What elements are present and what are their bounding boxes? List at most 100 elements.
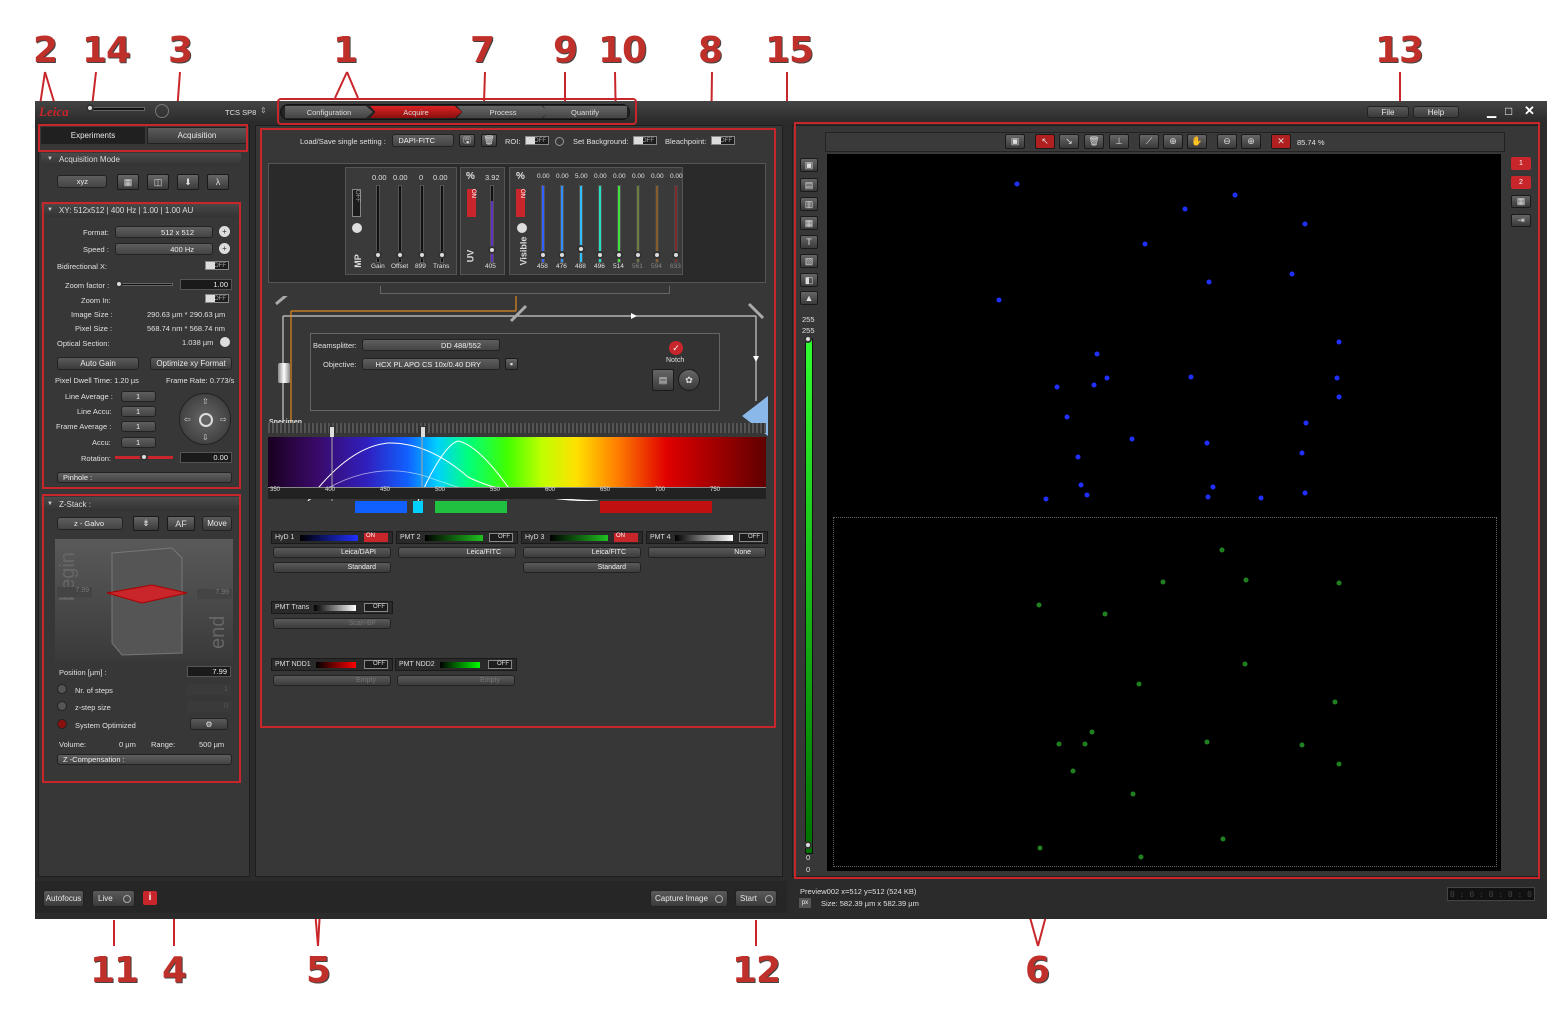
zoom-factor-input[interactable]: 1.00 xyxy=(180,279,232,290)
visible-line-knob[interactable] xyxy=(577,245,585,253)
download-icon[interactable]: ⬇ xyxy=(177,174,199,190)
lut-min-knob[interactable] xyxy=(804,841,812,849)
circle-icon[interactable] xyxy=(155,104,169,118)
setting-select[interactable]: DAPI-FITC xyxy=(392,134,454,147)
filter-icon[interactable]: ▤ xyxy=(652,369,674,391)
zoom-in-icon[interactable]: ⊕ xyxy=(1241,134,1261,149)
histogram-icon[interactable]: ▲ xyxy=(800,291,818,305)
px-unit-button[interactable]: px xyxy=(799,898,811,908)
steps-input[interactable]: 1 xyxy=(187,684,231,695)
detector-toggle[interactable]: ON xyxy=(364,533,388,542)
crosshair-icon[interactable]: ⊕ xyxy=(1163,134,1183,149)
ndd2-toggle[interactable]: OFF xyxy=(488,660,512,669)
speed-select[interactable]: 400 Hz xyxy=(115,243,213,255)
beamsplitter-select[interactable]: DD 488/552 xyxy=(362,339,500,351)
system-optimized-radio[interactable] xyxy=(57,719,67,729)
visible-line-knob[interactable] xyxy=(653,251,661,259)
roi-settings-icon[interactable] xyxy=(555,137,564,146)
stack-icon[interactable]: ◫ xyxy=(147,174,169,190)
arrow-down-icon[interactable]: ⇩ xyxy=(202,433,209,442)
spectrum-slider-track[interactable] xyxy=(268,423,766,433)
detector-dye-select[interactable]: Leica/DAPI xyxy=(273,547,391,558)
detector-dye-select[interactable]: Leica/FITC xyxy=(523,547,641,558)
speed-settings-icon[interactable]: + xyxy=(219,243,230,254)
notch-check-icon[interactable]: ✓ xyxy=(669,341,683,355)
line-icon[interactable]: ⟋ xyxy=(1139,134,1159,149)
brightness-slider-knob[interactable] xyxy=(86,104,94,112)
visible-line-knob[interactable] xyxy=(672,251,680,259)
zoom-out-icon[interactable]: ⊖ xyxy=(1217,134,1237,149)
tab-acquire[interactable]: Acquire xyxy=(370,106,462,118)
position-input[interactable]: 7.99 xyxy=(187,666,231,677)
bidirectional-toggle[interactable]: OFF xyxy=(205,261,229,270)
mp-laser-toggle[interactable]: OFF xyxy=(352,189,361,217)
detector-toggle[interactable]: OFF xyxy=(489,533,513,542)
grid-icon[interactable]: ▦ xyxy=(117,174,139,190)
pointer-icon[interactable]: ↖ xyxy=(1035,134,1055,149)
detection-band-hyd3[interactable] xyxy=(435,501,507,513)
zoom-slider-knob[interactable] xyxy=(115,280,123,288)
z-compensation-expander[interactable]: Z -Compensation : xyxy=(57,754,232,765)
collapse-arrow-icon[interactable]: ▼ xyxy=(47,207,53,213)
line-accu-input[interactable]: 1 xyxy=(121,406,156,417)
rotation-input[interactable]: 0.00 xyxy=(180,452,232,463)
ndd1-toggle[interactable]: OFF xyxy=(364,660,388,669)
view-5-icon[interactable]: T xyxy=(800,235,818,249)
steps-radio[interactable] xyxy=(57,684,67,694)
ndd2-dye-select[interactable]: Empty xyxy=(397,675,515,686)
step-size-radio[interactable] xyxy=(57,701,67,711)
visible-line-knob[interactable] xyxy=(539,251,547,259)
maximize-icon[interactable]: □ xyxy=(1505,104,1512,118)
move-button[interactable]: Move xyxy=(202,516,232,531)
select-icon[interactable]: ↘ xyxy=(1059,134,1079,149)
channel-2-button[interactable]: 2 xyxy=(1511,176,1531,189)
detector-mode-select[interactable]: Standard xyxy=(273,562,391,573)
visible-line-knob[interactable] xyxy=(558,251,566,259)
delete-icon[interactable]: 🗑 xyxy=(481,134,497,147)
trash-icon[interactable]: 🗑 xyxy=(1084,134,1104,149)
mp-offset-knob[interactable] xyxy=(396,251,404,259)
brightness-slider[interactable] xyxy=(87,107,145,111)
pinhole-expander[interactable]: Pinhole : xyxy=(57,472,232,483)
tab-configuration[interactable]: Configuration xyxy=(285,106,373,118)
visible-line-knob[interactable] xyxy=(596,251,604,259)
filter-wheel-icon[interactable]: ✿ xyxy=(678,369,700,391)
save-icon[interactable]: 🖫 xyxy=(459,134,475,147)
step-size-input[interactable]: 0 xyxy=(187,701,231,712)
view-2-icon[interactable]: ▤ xyxy=(800,178,818,192)
scan-field-rotation-dial[interactable]: ⇧ ⇩ ⇦ ⇨ xyxy=(179,393,231,445)
detector-mode-select[interactable]: Standard xyxy=(523,562,641,573)
tab-quantify[interactable]: Quantify xyxy=(543,106,627,118)
minimize-icon[interactable]: ▁ xyxy=(1487,104,1496,118)
set-background-toggle[interactable]: OFF xyxy=(633,136,657,145)
bleachpoint-toggle[interactable]: OFF xyxy=(711,136,735,145)
system-optimized-settings-button[interactable]: ⚙ xyxy=(190,718,228,730)
scan-mode-select[interactable]: xyz xyxy=(57,175,107,188)
accu-input[interactable]: 1 xyxy=(121,437,156,448)
lut-colorbar[interactable] xyxy=(805,338,813,854)
xy-settings-header[interactable]: XY: 512x512 | 400 Hz | 1.00 | 1.00 AU xyxy=(41,203,241,217)
lut-max-knob[interactable] xyxy=(804,335,812,343)
arrow-left-icon[interactable]: ⇦ xyxy=(184,415,191,424)
arrow-right-icon[interactable]: ⇨ xyxy=(220,415,227,424)
detector-dye-select[interactable]: None xyxy=(648,547,766,558)
optical-section-settings-icon[interactable] xyxy=(220,337,230,347)
detection-band-pmt2[interactable] xyxy=(413,501,423,513)
zoom-slider[interactable] xyxy=(117,283,173,286)
detector-toggle[interactable]: ON xyxy=(614,533,638,542)
mp-settings-icon[interactable] xyxy=(352,223,362,233)
export-icon[interactable]: ⇥ xyxy=(1511,214,1531,227)
auto-gain-button[interactable]: Auto Gain xyxy=(57,357,139,370)
pmt-trans-toggle[interactable]: OFF xyxy=(364,603,388,612)
collapse-arrow-icon[interactable]: ▼ xyxy=(47,156,53,162)
mp-899-knob[interactable] xyxy=(418,251,426,259)
detection-band-hyd1[interactable] xyxy=(355,501,407,513)
uv-405-knob[interactable] xyxy=(488,246,496,254)
visible-laser-toggle[interactable]: ON xyxy=(516,189,525,217)
detector-dye-select[interactable]: Leica/FITC xyxy=(398,547,516,558)
ndd1-dye-select[interactable]: Empty xyxy=(273,675,391,686)
acquisition-mode-header[interactable]: Acquisition Mode xyxy=(41,153,241,166)
arrow-up-icon[interactable]: ⇧ xyxy=(202,397,209,406)
autofocus-button[interactable]: Autofocus xyxy=(43,890,84,907)
line-average-input[interactable]: 1 xyxy=(121,391,156,402)
